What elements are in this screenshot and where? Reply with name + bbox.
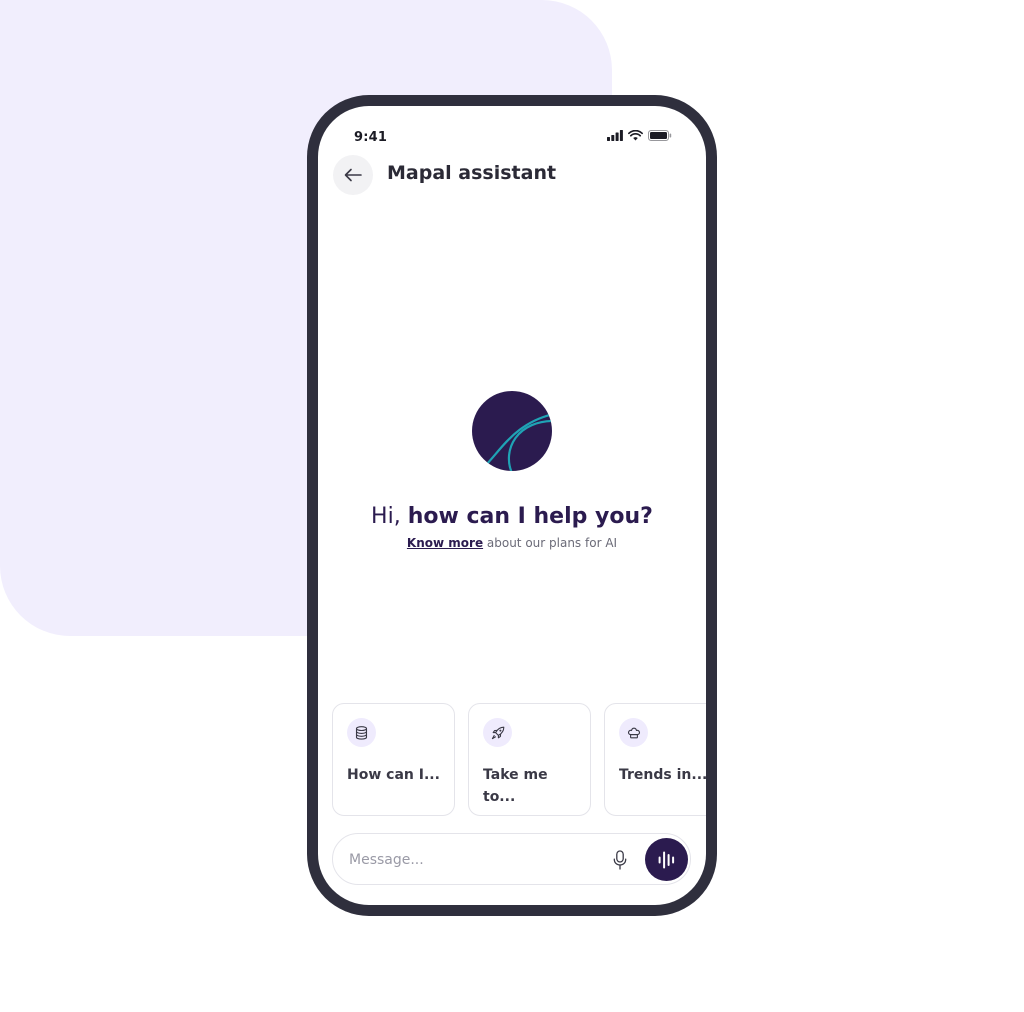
wifi-icon: [628, 130, 643, 141]
status-time: 9:41: [354, 130, 388, 145]
ai-info-line: Know more about our plans for AI: [318, 536, 706, 550]
phone-frame: 9:41 Mapal assistant Hi, how can I help …: [307, 95, 717, 916]
greeting-heading: Hi, how can I help you?: [318, 504, 706, 529]
microphone-button[interactable]: [609, 848, 631, 872]
suggestion-label: How can I...: [347, 767, 440, 783]
message-input[interactable]: [347, 847, 591, 873]
waveform-icon: [658, 851, 674, 868]
suggestion-label: Take me to...: [483, 767, 548, 805]
chef-hat-icon: [619, 718, 648, 747]
know-more-link[interactable]: Know more: [407, 536, 483, 550]
back-button[interactable]: [333, 155, 373, 195]
ai-info-text: about our plans for AI: [483, 536, 618, 550]
phone-screen: 9:41 Mapal assistant Hi, how can I help …: [318, 106, 706, 905]
battery-icon: [648, 130, 672, 141]
rocket-icon: [483, 718, 512, 747]
database-icon: [347, 718, 376, 747]
suggestion-card-take-me-to[interactable]: Take me to...: [468, 703, 591, 816]
arrow-left-icon: [344, 168, 362, 182]
suggestion-card-how-can-i[interactable]: How can I...: [332, 703, 455, 816]
greeting-emphasis: how can I help you?: [407, 504, 653, 529]
status-icons: [607, 130, 672, 141]
message-composer: [332, 833, 691, 885]
page-title: Mapal assistant: [387, 162, 557, 184]
canvas: 9:41 Mapal assistant Hi, how can I help …: [0, 0, 1024, 1012]
voice-mode-button[interactable]: [645, 838, 688, 881]
microphone-icon: [613, 850, 627, 870]
suggestion-cards: How can I... Take me to... Trends in...: [332, 703, 706, 816]
greeting-prefix: Hi,: [371, 504, 408, 529]
signal-icon: [607, 130, 623, 141]
suggestion-card-trends-in[interactable]: Trends in...: [604, 703, 706, 816]
assistant-logo-icon: [472, 391, 552, 471]
suggestion-label: Trends in...: [619, 767, 706, 783]
